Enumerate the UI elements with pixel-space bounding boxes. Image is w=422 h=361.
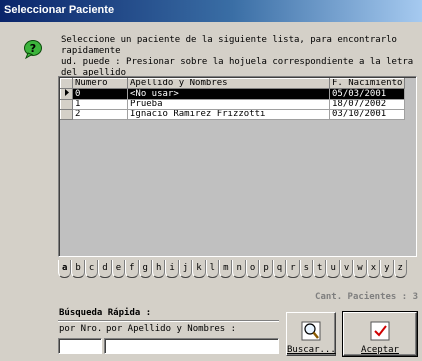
header-numero[interactable]: Numero: [72, 78, 128, 89]
tab-letter-z[interactable]: z: [393, 260, 407, 278]
aceptar-label: Aceptar: [361, 345, 399, 355]
por-nombre-input[interactable]: [104, 338, 279, 354]
row-indicator: [60, 109, 73, 120]
alphabet-tabs: a b c d e f g h i j k l m n o p q r s t …: [58, 260, 407, 278]
tab-letter-u[interactable]: u: [326, 260, 340, 278]
aceptar-button[interactable]: Aceptar: [342, 311, 418, 357]
row-indicator: [60, 99, 73, 110]
cell-fecha[interactable]: 18/07/2002: [329, 99, 406, 110]
tab-letter-l[interactable]: l: [205, 260, 220, 278]
tab-letter-r[interactable]: r: [286, 260, 300, 278]
tab-letter-f[interactable]: f: [125, 260, 139, 278]
table-row[interactable]: 2 Ignacio Ramirez Frizzotti 03/10/2001: [60, 109, 406, 120]
tab-letter-y[interactable]: y: [380, 260, 394, 278]
tab-letter-k[interactable]: k: [192, 260, 206, 278]
tab-letter-m[interactable]: m: [219, 260, 233, 278]
patient-count: Cant. Pacientes : 3: [315, 292, 418, 302]
tab-letter-g[interactable]: g: [138, 260, 152, 278]
cell-nombre[interactable]: Ignacio Ramirez Frizzotti: [127, 109, 330, 120]
row-pointer-icon: [60, 88, 73, 100]
table-row[interactable]: 1 Prueba 18/07/2002: [60, 99, 406, 110]
accept-check-icon: [370, 321, 390, 341]
patients-table[interactable]: Numero Apellido y Nombres F. Nacimiento …: [60, 78, 406, 120]
window-title: Seleccionar Paciente: [0, 0, 422, 22]
header-apellido-nombres[interactable]: Apellido y Nombres: [127, 78, 330, 89]
tab-letter-j[interactable]: j: [178, 260, 193, 278]
buscar-label: Buscar...: [287, 345, 336, 355]
tab-letter-n[interactable]: n: [232, 260, 246, 278]
tab-letter-v[interactable]: v: [339, 260, 354, 278]
cell-nombre[interactable]: Prueba: [127, 99, 330, 110]
tab-letter-i[interactable]: i: [165, 260, 179, 278]
por-nro-input[interactable]: [58, 338, 102, 354]
patients-grid[interactable]: Numero Apellido y Nombres F. Nacimiento …: [58, 76, 417, 257]
tab-letter-c[interactable]: c: [84, 260, 99, 278]
help-icon: ?: [24, 40, 42, 59]
tab-letter-h[interactable]: h: [151, 260, 166, 278]
magnifier-icon: [301, 321, 321, 341]
svg-text:?: ?: [30, 42, 36, 55]
cell-fecha[interactable]: 03/10/2001: [329, 109, 406, 120]
tab-letter-d[interactable]: d: [98, 260, 112, 278]
quick-search-divider: [58, 320, 279, 322]
tab-letter-o[interactable]: o: [245, 260, 260, 278]
tab-letter-x[interactable]: x: [366, 260, 381, 278]
tab-letter-s[interactable]: s: [299, 260, 314, 278]
cell-numero[interactable]: 2: [72, 109, 128, 120]
por-nombre-label: por Apellido y Nombres :: [106, 324, 237, 334]
tab-letter-w[interactable]: w: [353, 260, 367, 278]
tab-letter-e[interactable]: e: [111, 260, 126, 278]
header-fecha-nacimiento[interactable]: F. Nacimiento: [328, 78, 406, 89]
tab-letter-q[interactable]: q: [272, 260, 287, 278]
tab-letter-a[interactable]: a: [58, 260, 72, 278]
row-indicator-header: [60, 78, 73, 89]
buscar-button[interactable]: Buscar...: [286, 312, 336, 356]
tab-letter-t[interactable]: t: [313, 260, 327, 278]
cell-numero[interactable]: 0: [72, 88, 128, 100]
table-row[interactable]: 0 <No usar> 05/03/2001: [60, 88, 406, 100]
grid-header-row: Numero Apellido y Nombres F. Nacimiento: [60, 78, 406, 89]
cell-fecha[interactable]: 05/03/2001: [329, 88, 406, 100]
tab-letter-b[interactable]: b: [71, 260, 85, 278]
cell-nombre[interactable]: <No usar>: [127, 88, 330, 100]
tab-letter-p[interactable]: p: [259, 260, 273, 278]
cell-numero[interactable]: 1: [72, 99, 128, 110]
quick-search-title: Búsqueda Rápida :: [59, 308, 152, 318]
por-nro-label: por Nro.: [59, 324, 103, 334]
